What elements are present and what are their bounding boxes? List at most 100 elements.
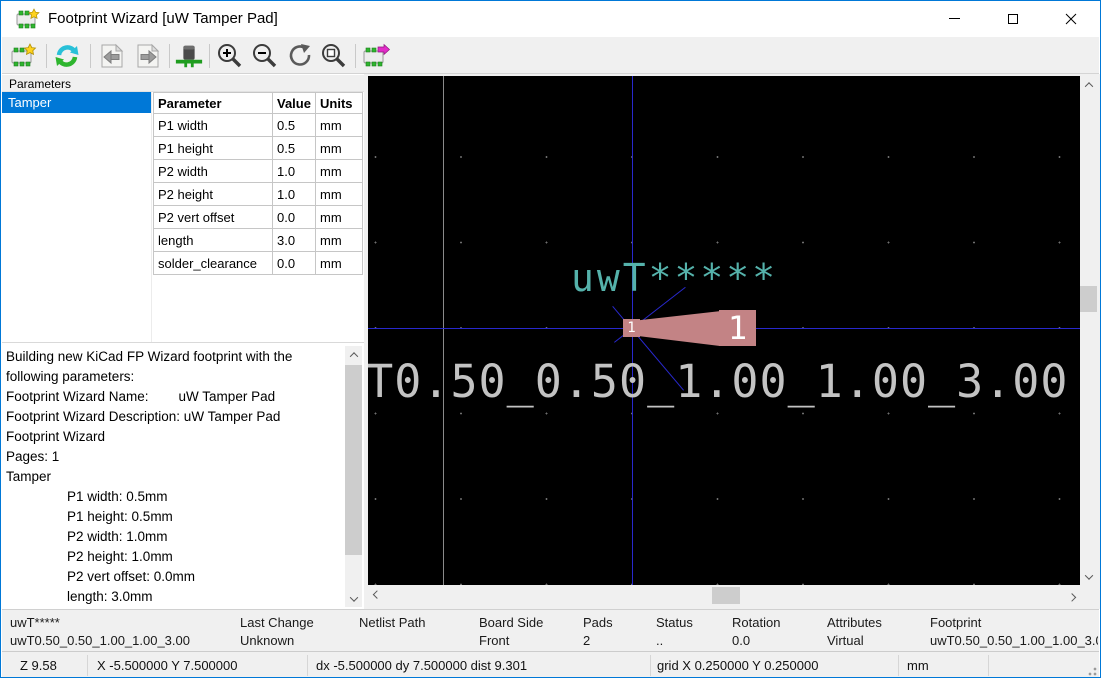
param-value[interactable]: 0.0 [273, 252, 316, 275]
param-value[interactable]: 0.5 [273, 137, 316, 160]
table-row: P1 height 0.5 mm [154, 137, 363, 160]
param-value[interactable]: 0.5 [273, 114, 316, 137]
status-separator [988, 655, 989, 676]
table-row: P2 height 1.0 mm [154, 183, 363, 206]
message-text: Building new KiCad FP Wizard footprint w… [6, 347, 342, 607]
page-item-tamper[interactable]: Tamper [2, 92, 151, 113]
param-value[interactable]: 0.0 [273, 206, 316, 229]
status-bar: Z 9.58 X -5.500000 Y 7.500000 dx -5.5000… [2, 651, 1099, 678]
table-row: P2 width 1.0 mm [154, 160, 363, 183]
param-units: mm [316, 160, 363, 183]
redraw-icon [286, 42, 314, 70]
scroll-right-icon[interactable] [1063, 587, 1080, 604]
footprint-wizard-window: Footprint Wizard [uW Tamper Pad] [0, 0, 1101, 678]
pad-1-small: 1 [623, 319, 640, 337]
message-line: P2 vert offset: 0.0mm [6, 567, 342, 587]
param-value[interactable]: 3.0 [273, 229, 316, 252]
info-pads: Pads 2 [583, 615, 613, 651]
app-icon [14, 8, 40, 30]
zoom-in-button[interactable] [215, 41, 245, 71]
regenerate-button[interactable] [52, 41, 82, 71]
zoom-fit-button[interactable] [319, 41, 349, 71]
parameters-table: Parameter Value Units P1 width 0.5 mm P1… [153, 92, 363, 342]
title-bar[interactable]: Footprint Wizard [uW Tamper Pad] [2, 1, 1099, 37]
redraw-button[interactable] [285, 41, 315, 71]
status-separator [307, 655, 308, 676]
wizard-pages-list: Tamper [2, 92, 152, 342]
message-scrollbar[interactable] [345, 346, 362, 607]
info-footprint: Footprint uwT0.50_0.50_1.00_1.00_3.00 [930, 615, 1098, 651]
message-line: P2 width: 1.0mm [6, 527, 342, 547]
scroll-down-icon[interactable] [345, 590, 362, 607]
message-line: Footprint Wizard Description: uW Tamper … [6, 407, 342, 427]
status-cursor-position: X -5.500000 Y 7.500000 [97, 658, 237, 673]
resize-grip-icon[interactable] [1085, 664, 1097, 676]
maximize-button[interactable] [990, 1, 1036, 36]
select-wizard-button[interactable] [8, 41, 38, 71]
param-name: length [154, 229, 273, 252]
refresh-icon [53, 42, 81, 70]
table-row: P2 vert offset 0.0 mm [154, 206, 363, 229]
toolbar-separator [46, 44, 47, 68]
close-icon [1065, 13, 1077, 25]
scroll-left-icon[interactable] [368, 587, 385, 604]
info-board-side: Board Side Front [479, 615, 543, 651]
pad-1-large: 1 [719, 310, 756, 346]
zoom-out-button[interactable] [250, 41, 280, 71]
param-value[interactable]: 1.0 [273, 183, 316, 206]
message-line: Tamper [6, 467, 342, 487]
scroll-down-icon[interactable] [1080, 568, 1097, 585]
param-units: mm [316, 252, 363, 275]
table-row: P1 width 0.5 mm [154, 114, 363, 137]
param-value[interactable]: 1.0 [273, 160, 316, 183]
message-line: Building new KiCad FP Wizard footprint w… [6, 347, 342, 367]
parameters-panel-title: Parameters [2, 75, 364, 92]
status-separator [650, 655, 651, 676]
close-button[interactable] [1048, 1, 1094, 36]
zoom-out-icon [251, 42, 279, 70]
toolbar-separator [209, 44, 210, 68]
param-name: P2 vert offset [154, 206, 273, 229]
vertical-scrollbar[interactable] [1080, 76, 1097, 585]
param-units: mm [316, 183, 363, 206]
minimize-button[interactable] [931, 1, 977, 36]
status-separator [87, 655, 88, 676]
message-line: Pages: 1 [6, 447, 342, 467]
message-line: P2 height: 1.0mm [6, 547, 342, 567]
info-rotation: Rotation 0.0 [732, 615, 780, 651]
export-footprint-button[interactable] [361, 41, 391, 71]
scrollbar-thumb[interactable] [712, 587, 740, 604]
table-row: length 3.0 mm [154, 229, 363, 252]
param-units: mm [316, 206, 363, 229]
horizontal-scrollbar[interactable] [368, 587, 1080, 604]
info-attributes: Attributes Virtual [827, 615, 882, 651]
preview-area: 1 1 uwT***** uwT0.50_0.50_1.00_1.00_3.00 [364, 74, 1101, 609]
table-row: solder_clearance 0.0 mm [154, 252, 363, 275]
footprint-value-text: uwT0.50_0.50_1.00_1.00_3.00 [368, 355, 1069, 408]
sheet-boundary-line [443, 76, 444, 585]
scrollbar-thumb[interactable] [1080, 286, 1097, 312]
zoom-fit-icon [320, 42, 348, 70]
maximize-icon [1008, 14, 1018, 24]
status-grid: grid X 0.250000 Y 0.250000 [657, 658, 818, 673]
scrollbar-thumb[interactable] [345, 365, 362, 555]
page-previous-icon [98, 42, 126, 70]
scroll-up-icon[interactable] [1080, 76, 1097, 93]
footprint-wizard-icon [9, 43, 37, 69]
toolbar-separator [90, 44, 91, 68]
toolbar [2, 37, 1099, 74]
previous-page-button[interactable] [97, 41, 127, 71]
next-page-button[interactable] [133, 41, 163, 71]
show-pads-button[interactable] [174, 41, 204, 71]
param-units: mm [316, 137, 363, 160]
status-units: mm [907, 658, 929, 673]
info-status: Status .. [656, 615, 693, 651]
export-footprint-icon [362, 43, 390, 69]
footprint-canvas[interactable]: 1 1 uwT***** uwT0.50_0.50_1.00_1.00_3.00 [368, 76, 1080, 585]
message-line: length: 3.0mm [6, 587, 342, 607]
scroll-up-icon[interactable] [345, 346, 362, 363]
window-title: Footprint Wizard [uW Tamper Pad] [48, 10, 278, 27]
param-name: P1 height [154, 137, 273, 160]
message-panel: Building new KiCad FP Wizard footprint w… [2, 342, 364, 609]
column-header-units: Units [316, 93, 363, 114]
